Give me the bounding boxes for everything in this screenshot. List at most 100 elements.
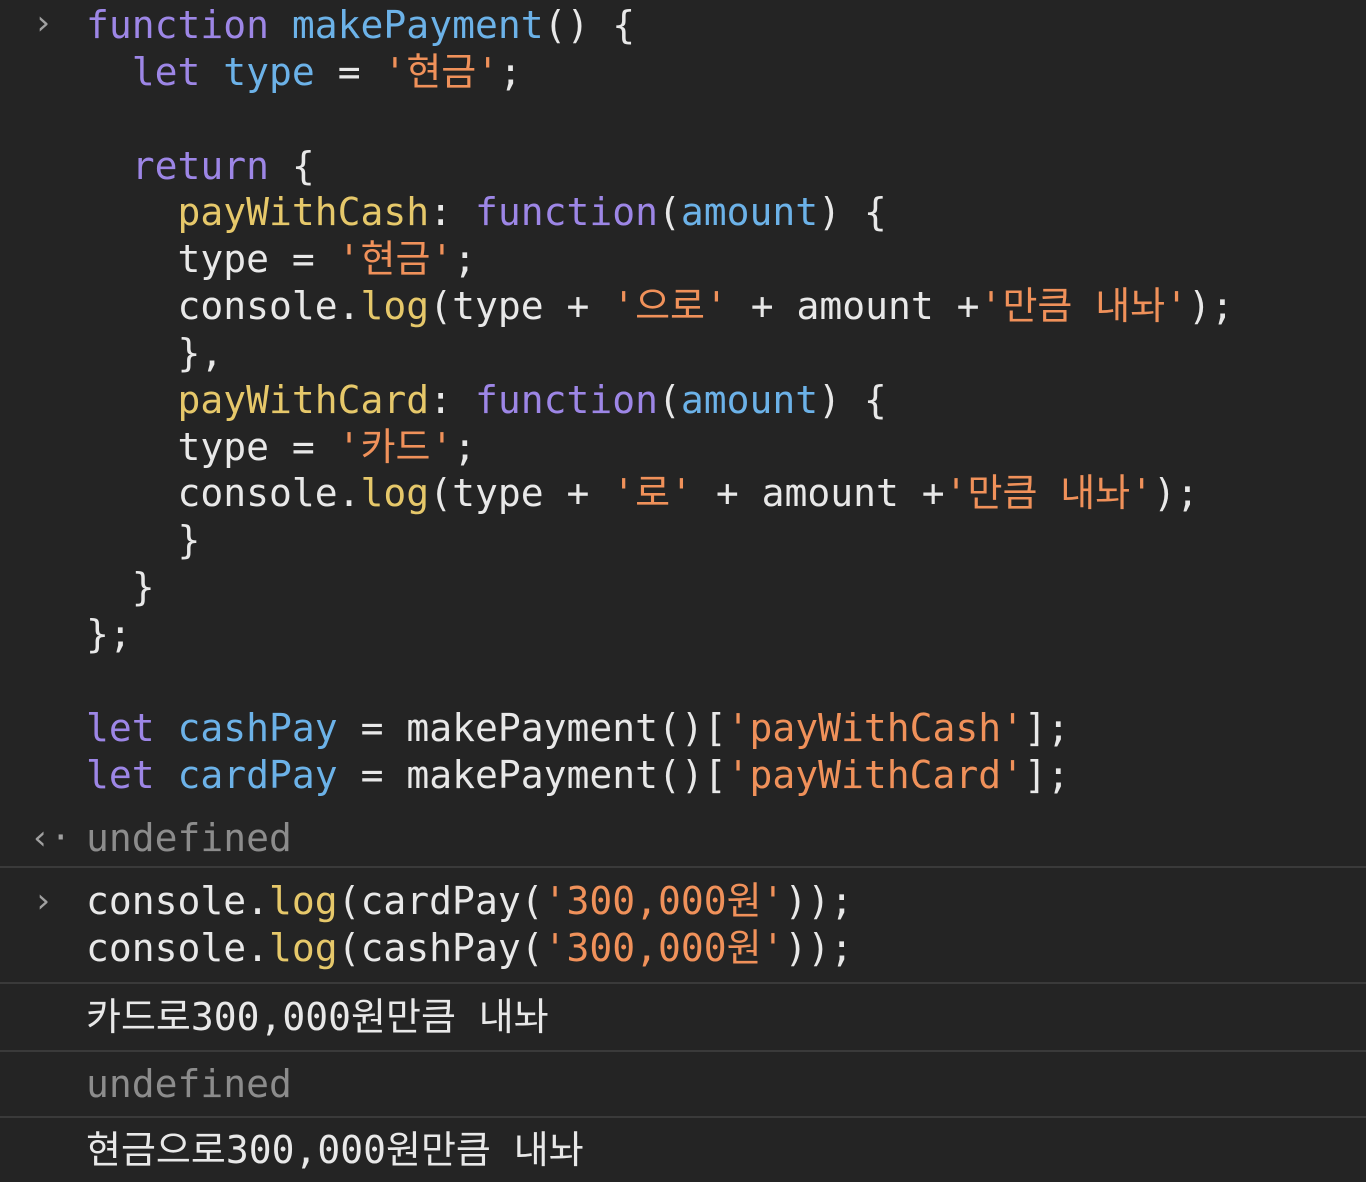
code-token: ; xyxy=(499,49,523,94)
code-token: ( xyxy=(657,190,681,235)
return-arrow-icon: ‹· xyxy=(30,818,71,858)
code-token: type = xyxy=(86,424,338,469)
code-token: log xyxy=(360,471,430,516)
code-line: }; xyxy=(0,611,1366,658)
code-line: function makePayment() { xyxy=(0,2,1366,49)
code-line: } xyxy=(0,564,1366,611)
code-token: makePayment xyxy=(291,3,544,47)
code-token: ]; xyxy=(1024,705,1070,750)
code-token: console. xyxy=(86,284,361,329)
code-line: let cashPay = makePayment()['payWithCash… xyxy=(0,705,1366,752)
code-token: () { xyxy=(543,3,636,47)
code-token: '현금' xyxy=(337,237,454,282)
code-line: console.log(cashPay('300,000원')); xyxy=(0,925,1366,972)
code-token: ; xyxy=(453,424,477,469)
code-token: function xyxy=(474,190,658,235)
code-token: function xyxy=(474,377,658,422)
code-token: + amount + xyxy=(727,284,980,329)
code-token: { xyxy=(269,143,315,188)
code-token: = makePayment()[ xyxy=(337,752,727,797)
code-token: cashPay xyxy=(177,705,338,750)
code-block: function makePayment() { let type = '현금'… xyxy=(0,0,1366,798)
code-token: '300,000원' xyxy=(543,879,785,923)
log-message: 카드로300,000원만큼 내놔 xyxy=(86,995,549,1039)
code-line: }, xyxy=(0,330,1366,377)
code-token: 'payWithCard' xyxy=(726,752,1025,797)
code-token: )); xyxy=(784,879,854,923)
code-token: let xyxy=(86,705,155,750)
code-token: type = xyxy=(86,237,338,282)
code-token: : xyxy=(429,190,475,235)
code-line: type = '카드'; xyxy=(0,424,1366,471)
code-token: payWithCash xyxy=(177,190,430,235)
code-token: '만큼 내놔' xyxy=(979,284,1189,329)
code-token: = makePayment()[ xyxy=(337,705,727,750)
code-token: console. xyxy=(86,925,270,970)
code-line: type = '현금'; xyxy=(0,236,1366,283)
code-token: + amount + xyxy=(692,471,945,516)
code-block: console.log(cardPay('300,000원')); console… xyxy=(0,868,1366,972)
code-token: amount xyxy=(680,190,819,235)
code-token: let xyxy=(131,49,201,94)
code-token: ( xyxy=(657,377,681,422)
code-token: let xyxy=(86,752,155,797)
code-token: cardPay xyxy=(177,752,338,797)
code-token: console. xyxy=(86,879,270,923)
log-message: 현금으로300,000원만큼 내놔 xyxy=(86,1128,584,1172)
code-token: '로' xyxy=(612,471,693,516)
code-token: '카드' xyxy=(337,424,454,469)
code-token: payWithCard xyxy=(177,377,430,422)
result-value: undefined xyxy=(86,816,292,860)
code-line: console.log(cardPay('300,000원')); xyxy=(0,878,1366,925)
code-token: } xyxy=(86,565,155,610)
code-line: } xyxy=(0,517,1366,564)
code-token: (cardPay( xyxy=(337,879,544,923)
code-token: log xyxy=(269,925,338,970)
code-token: )); xyxy=(784,925,854,970)
code-token: ; xyxy=(453,237,477,282)
code-token: ); xyxy=(1153,471,1199,516)
code-line: console.log(type + '로' + amount +'만큼 내놔'… xyxy=(0,470,1366,517)
code-line: return { xyxy=(0,143,1366,190)
code-token: amount xyxy=(680,377,819,422)
code-line: payWithCash: function(amount) { xyxy=(0,189,1366,236)
code-token: ) { xyxy=(818,190,887,235)
code-line: console.log(type + '으로' + amount +'만큼 내놔… xyxy=(0,283,1366,330)
code-token: = xyxy=(314,49,384,94)
code-line: payWithCard: function(amount) { xyxy=(0,377,1366,424)
code-token: '현금' xyxy=(383,49,500,94)
console-input-entry[interactable]: › console.log(cardPay('300,000원')); conso… xyxy=(0,868,1366,982)
chevron-right-icon: › xyxy=(32,881,54,921)
console-input-entry[interactable]: › function makePayment() { let type = '현… xyxy=(0,0,1366,810)
code-token: return xyxy=(131,143,270,188)
code-token: '만큼 내놔' xyxy=(944,471,1154,516)
code-token: log xyxy=(269,879,338,923)
code-token: ); xyxy=(1188,284,1234,329)
console-result-entry: undefined xyxy=(0,1052,1366,1116)
devtools-console: › function makePayment() { let type = '현… xyxy=(0,0,1366,1182)
console-log-entry: 카드로300,000원만큼 내놔 xyxy=(0,984,1366,1050)
code-token: type xyxy=(223,49,315,94)
log-message: undefined xyxy=(86,1062,292,1106)
code-token: : xyxy=(429,377,475,422)
code-token: }; xyxy=(86,611,132,656)
code-token: function xyxy=(86,3,270,47)
console-result-entry: ‹· undefined xyxy=(0,810,1366,866)
code-token: (type + xyxy=(429,471,613,516)
code-token: ]; xyxy=(1024,752,1070,797)
chevron-right-icon: › xyxy=(32,3,54,43)
code-token: log xyxy=(360,284,430,329)
code-token: (type + xyxy=(429,284,613,329)
code-token: '300,000원' xyxy=(543,925,785,970)
code-line: let cardPay = makePayment()['payWithCard… xyxy=(0,752,1366,799)
